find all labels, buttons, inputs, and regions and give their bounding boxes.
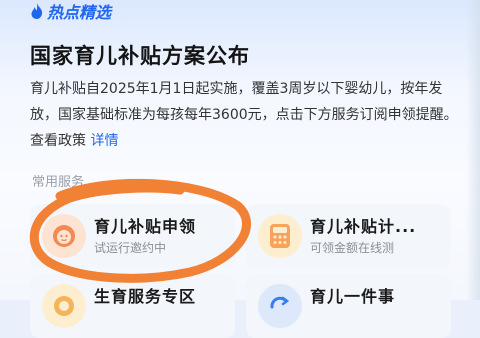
hot-picks-badge: 热点精选 [30,0,111,22]
service-card-childcare-one-thing[interactable]: 育儿一件事 [246,274,451,338]
flame-icon [31,3,43,19]
service-subtitle: 试运行邀约中 [94,241,167,255]
service-title: 育儿补贴申领 [94,217,197,236]
calculator-icon [258,214,302,258]
common-services-label: 常用服务 [32,175,85,190]
badge-label: 热点精选 [47,3,112,22]
cycle-arrow-icon [258,284,302,328]
service-card-subsidy-apply[interactable]: 育儿补贴申领 试运行邀约中 [30,204,235,268]
edge-shadow [466,0,480,300]
service-card-birth-services[interactable]: 生育服务专区 [30,274,235,338]
service-title: 育儿一件事 [310,287,396,306]
service-card-subsidy-calculator[interactable]: 育儿补贴计... 可领金额在线测 [246,204,451,268]
service-zone-icon [42,284,86,328]
article-headline: 国家育儿补贴方案公布 [30,44,250,68]
service-subtitle: 可领金额在线测 [310,241,395,255]
baby-face-icon [42,214,86,258]
service-title: 育儿补贴计... [310,217,417,236]
article-summary: 育儿补贴自2025年1月1日起实施，覆盖3周岁以下婴幼儿，按年发放，国家基础标准… [30,76,460,154]
service-title: 生育服务专区 [94,287,197,306]
policy-details-link[interactable]: 详情 [90,133,118,149]
